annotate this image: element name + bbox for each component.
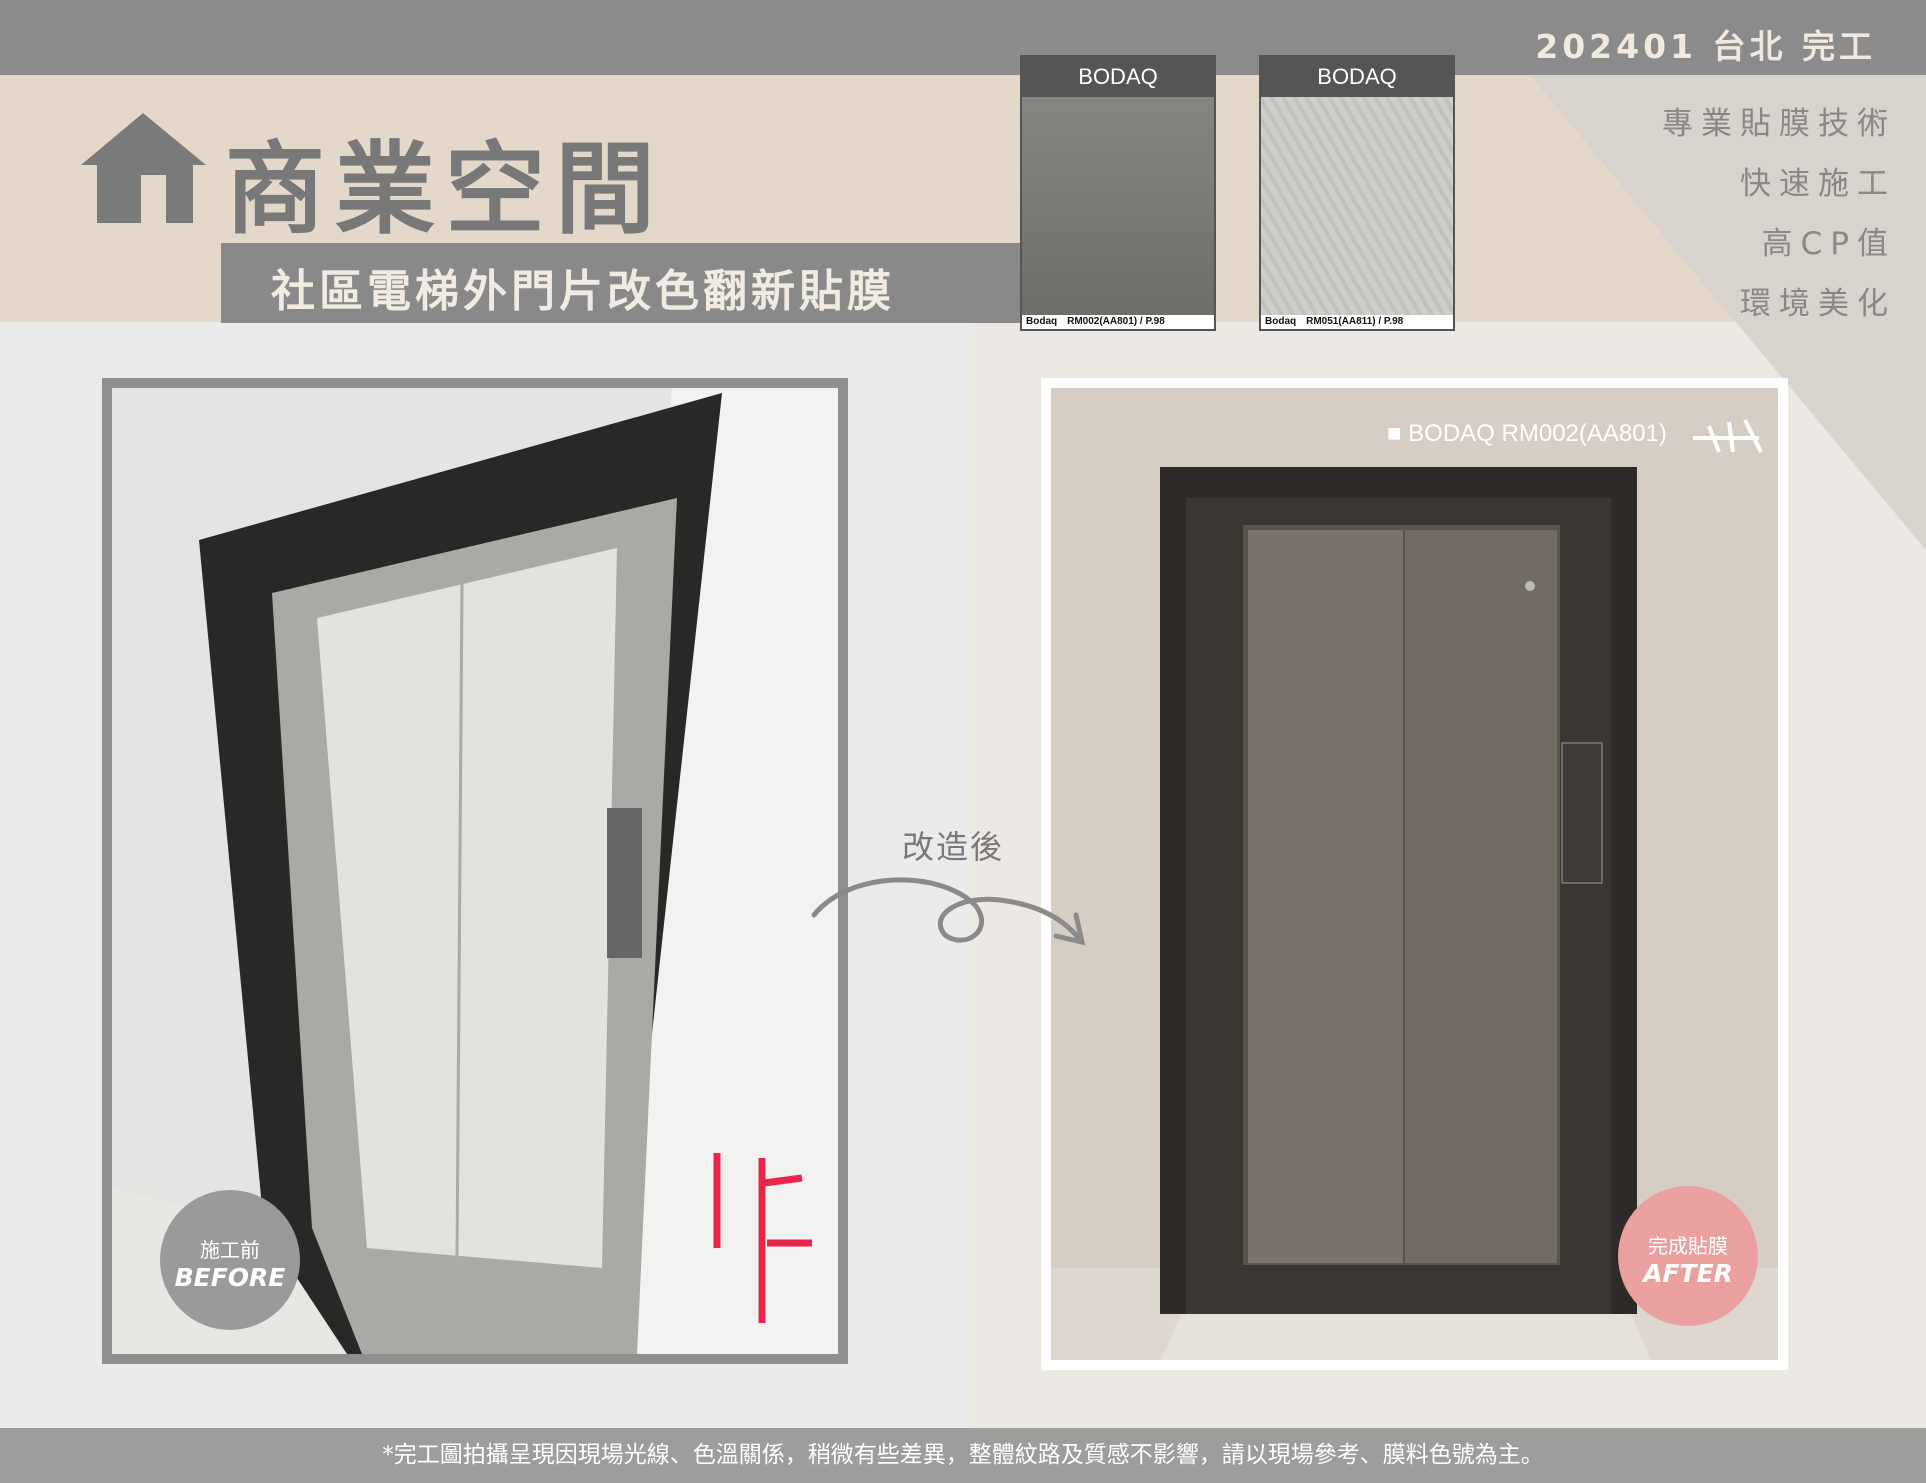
swatch-footer: Bodaq RM051(AA811) / P.98	[1261, 315, 1453, 329]
page-title: 商業空間	[225, 131, 665, 248]
brand-logo	[1693, 419, 1763, 453]
footer-note: *完工圖拍攝呈現因現場光線、色溫關係，稍微有些差異，整體紋路及質感不影響，請以現…	[0, 1428, 1926, 1483]
arrow-label: 改造後	[902, 828, 1005, 866]
swatch-code: RM002(AA801) / P.98	[1067, 316, 1165, 327]
before-badge-zh: 施工前	[200, 1238, 260, 1262]
swatch-rm051: BODAQ Bodaq RM051(AA811) / P.98	[1259, 55, 1455, 331]
after-badge-en: AFTER	[1643, 1259, 1733, 1288]
subtitle: 社區電梯外門片改色翻新貼膜	[271, 266, 895, 317]
before-badge-en: BEFORE	[174, 1263, 286, 1292]
swatch-footer-brand: Bodaq	[1265, 316, 1297, 327]
after-photo: ■ BODAQ RM002(AA801) 完成貼膜 AFTER	[1041, 378, 1788, 1370]
after-badge-zh: 完成貼膜	[1648, 1234, 1728, 1258]
before-badge: 施工前 BEFORE	[160, 1190, 300, 1330]
swatch-rm002: BODAQ Bodaq RM002(AA801) / P.98	[1020, 55, 1216, 331]
swatch-brand: BODAQ	[1078, 64, 1158, 89]
swatch-texture	[1261, 97, 1453, 315]
swatch-brand: BODAQ	[1317, 64, 1397, 89]
feature-4: 環境美化	[1740, 286, 1896, 322]
feature-1: 專業貼膜技術	[1662, 106, 1896, 142]
house-icon	[81, 113, 206, 223]
date-location: 202401 台北 完工	[1535, 27, 1876, 66]
before-photo: 施工前 BEFORE	[102, 378, 848, 1364]
swatch-footer: Bodaq RM002(AA801) / P.98	[1022, 315, 1214, 329]
feature-2: 快速施工	[1740, 166, 1896, 202]
swatch-code: RM051(AA811) / P.98	[1306, 316, 1404, 327]
swatch-footer-brand: Bodaq	[1026, 316, 1058, 327]
feature-3: 高CP值	[1761, 226, 1896, 262]
after-badge: 完成貼膜 AFTER	[1618, 1186, 1758, 1326]
after-material-label: ■ BODAQ RM002(AA801)	[1387, 420, 1667, 447]
subtitle-bar: 社區電梯外門片改色翻新貼膜	[221, 243, 1021, 323]
swatch-texture	[1022, 97, 1214, 315]
